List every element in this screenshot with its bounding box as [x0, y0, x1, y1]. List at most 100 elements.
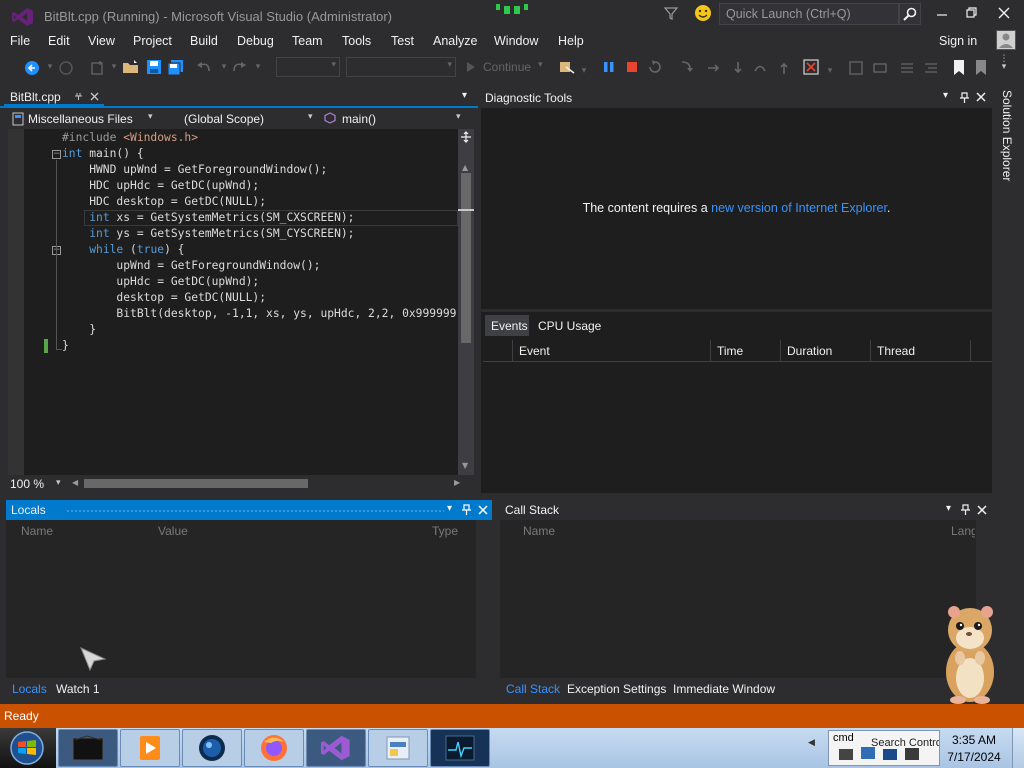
outline-collapse-toggle[interactable]: − — [52, 150, 61, 159]
start-button[interactable] — [8, 730, 46, 766]
member-dropdown[interactable]: main() ▾ — [322, 110, 462, 128]
account-avatar[interactable] — [996, 30, 1016, 50]
minimize-button[interactable] — [936, 8, 948, 20]
menu-edit[interactable]: Edit — [48, 34, 70, 48]
tab-call-stack[interactable]: Call Stack — [506, 682, 560, 696]
column-header-time[interactable]: Time — [711, 340, 781, 362]
new-project-icon[interactable] — [90, 60, 106, 76]
taskbar-app-1[interactable] — [58, 729, 118, 767]
break-all-icon[interactable] — [603, 61, 615, 73]
scroll-left-arrow-icon[interactable]: ◀ — [72, 478, 78, 487]
menu-analyze[interactable]: Analyze — [433, 34, 477, 48]
editor-vertical-scrollbar[interactable]: ▲ ▼ — [458, 129, 474, 475]
quick-launch-input[interactable]: Quick Launch (Ctrl+Q) — [726, 7, 851, 21]
taskbar-app-2[interactable] — [120, 729, 180, 767]
stop-debugging-icon[interactable] — [626, 61, 638, 73]
notification-filter-icon[interactable] — [664, 6, 678, 20]
continue-button[interactable]: Continue ▾ — [466, 60, 556, 76]
scope-dropdown[interactable]: (Global Scope) ▾ — [170, 110, 318, 128]
show-desktop-button[interactable] — [1012, 728, 1024, 768]
sign-in-link[interactable]: Sign in — [939, 34, 977, 48]
column-header-type[interactable]: Type — [432, 524, 458, 538]
exception-settings-icon[interactable] — [803, 59, 821, 77]
menu-view[interactable]: View — [88, 34, 115, 48]
window-position-dropdown-icon[interactable]: ▾ — [946, 503, 951, 514]
scroll-up-arrow-icon[interactable]: ▲ — [462, 163, 468, 172]
restart-icon[interactable] — [647, 59, 663, 75]
close-icon[interactable] — [977, 505, 987, 515]
step-into-icon[interactable] — [706, 60, 722, 76]
step-up-icon[interactable] — [776, 60, 792, 76]
window-position-dropdown-icon[interactable]: ▾ — [447, 503, 452, 514]
solution-explorer-tab[interactable]: Solution Explorer — [1000, 90, 1014, 181]
project-dropdown[interactable]: Miscellaneous Files ▾ — [8, 110, 158, 128]
column-header-icon[interactable] — [483, 340, 513, 362]
taskbar-visual-studio[interactable] — [306, 729, 366, 767]
tab-locals[interactable]: Locals — [12, 682, 47, 696]
close-icon[interactable] — [478, 505, 488, 515]
tab-events[interactable]: Events — [485, 315, 529, 336]
clock-date[interactable]: 7/17/2024 — [940, 750, 1008, 764]
drag-grip[interactable] — [66, 509, 444, 513]
menu-tools[interactable]: Tools — [342, 34, 371, 48]
ie-download-link[interactable]: new version of Internet Explorer — [711, 201, 887, 215]
step-over-icon[interactable] — [730, 60, 746, 76]
back-dropdown-icon[interactable]: ▾ — [42, 59, 58, 75]
tab-exception-settings[interactable]: Exception Settings — [567, 682, 666, 696]
tab-list-dropdown-icon[interactable]: ▾ — [462, 90, 467, 101]
process-attach-icon[interactable] — [558, 59, 576, 77]
scroll-down-arrow-icon[interactable]: ▼ — [462, 461, 468, 470]
taskbar-app-7[interactable] — [430, 729, 490, 767]
navigate-forward-icon[interactable] — [58, 60, 74, 76]
scrollbar-thumb[interactable] — [461, 173, 471, 343]
close-icon[interactable] — [976, 92, 986, 102]
pin-icon[interactable] — [74, 92, 83, 101]
window-position-dropdown-icon[interactable]: ▾ — [943, 90, 948, 101]
close-window-button[interactable] — [998, 7, 1010, 19]
column-header-value[interactable]: Value — [158, 524, 188, 538]
feedback-smiley-icon[interactable] — [694, 4, 712, 22]
redo-dropdown-icon[interactable]: ▾ — [250, 59, 266, 75]
solution-configuration-dropdown[interactable]: ▾ — [276, 57, 340, 77]
scroll-right-arrow-icon[interactable]: ▶ — [454, 478, 460, 487]
taskbar-app-3[interactable] — [182, 729, 242, 767]
step-out-icon[interactable] — [752, 60, 768, 76]
navigate-back-icon[interactable] — [24, 60, 40, 76]
tab-immediate-window[interactable]: Immediate Window — [673, 682, 775, 696]
menu-build[interactable]: Build — [190, 34, 218, 48]
show-next-statement-icon[interactable] — [678, 59, 694, 75]
menu-test[interactable]: Test — [391, 34, 414, 48]
menu-team[interactable]: Team — [292, 34, 323, 48]
column-header-name[interactable]: Name — [523, 524, 555, 538]
hex-display-icon[interactable] — [872, 60, 888, 76]
comment-lines-icon[interactable] — [900, 61, 914, 75]
uncomment-lines-icon[interactable] — [924, 61, 938, 75]
column-header-thread[interactable]: Thread — [871, 340, 971, 362]
menu-debug[interactable]: Debug — [237, 34, 274, 48]
save-icon[interactable] — [146, 59, 162, 75]
menu-window[interactable]: Window — [494, 34, 538, 48]
redo-icon[interactable] — [231, 59, 247, 75]
close-tab-icon[interactable] — [90, 92, 99, 101]
undo-dropdown-icon[interactable]: ▾ — [216, 59, 232, 75]
toolbar-overflow-icon[interactable]: ⋮ ▾ — [996, 55, 1012, 72]
column-header-name[interactable]: Name — [21, 524, 53, 538]
solution-platform-dropdown[interactable]: ▾ — [346, 57, 456, 77]
vertical-scrollbar[interactable] — [476, 520, 492, 678]
attach-dropdown-icon[interactable]: ▾ — [576, 63, 592, 79]
taskbar-app-6[interactable] — [368, 729, 428, 767]
hamster-desktop-pet[interactable] — [940, 602, 1002, 706]
tab-watch-1[interactable]: Watch 1 — [56, 682, 100, 696]
column-header-language[interactable]: Lang — [951, 524, 975, 538]
open-folder-icon[interactable] — [122, 59, 140, 75]
save-all-icon[interactable] — [167, 59, 185, 77]
undo-icon[interactable] — [196, 59, 212, 75]
show-hidden-icons-arrow[interactable]: ◀ — [808, 738, 815, 748]
menu-project[interactable]: Project — [133, 34, 172, 48]
tab-cpu-usage[interactable]: CPU Usage — [538, 319, 601, 333]
restore-button[interactable] — [966, 7, 978, 19]
taskbar-firefox[interactable] — [244, 729, 304, 767]
horizontal-scrollbar-thumb[interactable] — [84, 479, 308, 488]
split-editor-icon[interactable] — [460, 131, 472, 143]
quick-launch-box[interactable]: Quick Launch (Ctrl+Q) — [719, 3, 899, 25]
